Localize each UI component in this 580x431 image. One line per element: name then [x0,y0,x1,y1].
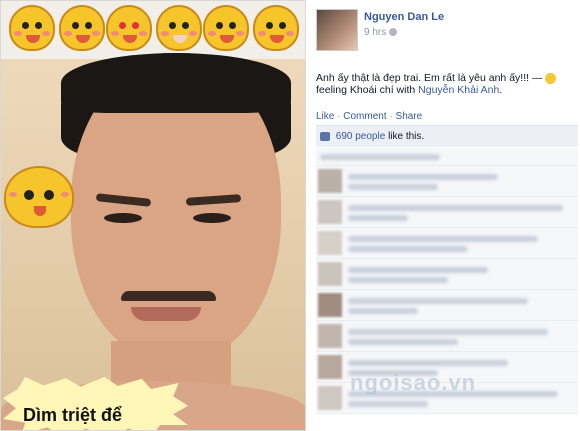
avatar [318,355,342,379]
separator: · [337,111,341,122]
watermark: ngoisao.vn [350,370,477,395]
blurred-text [348,360,508,366]
like-link[interactable]: Like [316,111,334,122]
share-link[interactable]: Share [396,111,423,122]
list-item [316,321,578,352]
avatar[interactable] [316,9,358,51]
avatar [318,169,342,193]
blurred-text [348,205,563,211]
author-name[interactable]: Nguyen Dan Le [364,11,444,23]
blurred-text [348,236,538,242]
right-eye [193,213,231,223]
feeling-suffix: . [499,84,503,96]
blurred-text [348,267,488,273]
globe-icon [389,28,398,37]
blurred-text [348,329,548,335]
feeling-label: feeling Khoái chí with [316,84,416,96]
time-label: 9 hrs [364,27,387,38]
blurred-text [348,174,498,180]
thumbs-up-icon [320,131,330,141]
likes-suffix: like this. [388,131,425,142]
blurred-text [348,184,438,190]
list-item [316,259,578,290]
blurred-text [348,298,528,304]
likes-bar: 690 people like this. [316,125,578,147]
blurred-text [320,154,440,160]
tagged-person-link[interactable]: Nguyễn Khải Anh [418,84,499,96]
list-item [316,148,578,166]
cat-sticker-icon [59,5,105,51]
avatar [318,262,342,286]
smile-emoji-icon [545,72,557,84]
post-actions: Like · Comment · Share [316,111,422,122]
blurred-text [348,339,458,345]
cat-sticker-icon [253,5,299,51]
likes-count-link[interactable]: 690 people [336,131,386,142]
cat-sticker-icon [106,5,152,51]
post-panel: Nguyen Dan Le 9 hrs Anh ấy thật là đẹp t… [311,0,580,431]
left-eye [104,213,142,223]
comment-link[interactable]: Comment [343,111,386,122]
separator: · [389,111,393,122]
photo-caption: Dìm triệt để [23,405,123,425]
blurred-text [348,401,428,407]
hair-top [61,53,291,113]
status-message: Anh ấy thật là đẹp trai. Em rất là yêu a… [316,72,543,84]
list-item [316,166,578,197]
feeling-line: feeling Khoái chí with Nguyễn Khải Anh. [316,84,502,96]
list-item [316,197,578,228]
cat-sticker-icon [156,5,202,51]
side-cat-sticker [4,166,82,236]
avatar [318,293,342,317]
blurred-text [348,215,408,221]
cat-sticker-icon [4,166,74,228]
sticker-strip [1,1,305,59]
list-item [316,228,578,259]
avatar [318,324,342,348]
blurred-text [348,308,418,314]
avatar [318,231,342,255]
avatar [318,200,342,224]
blurred-text [348,277,448,283]
post-time[interactable]: 9 hrs [364,27,398,38]
cat-sticker-icon [9,5,55,51]
blurred-text [348,246,468,252]
photo[interactable]: Dìm triệt để [0,0,306,431]
avatar [318,386,342,410]
list-item [316,290,578,321]
mouth [131,307,201,321]
mustache [121,291,216,301]
cat-sticker-icon [203,5,249,51]
